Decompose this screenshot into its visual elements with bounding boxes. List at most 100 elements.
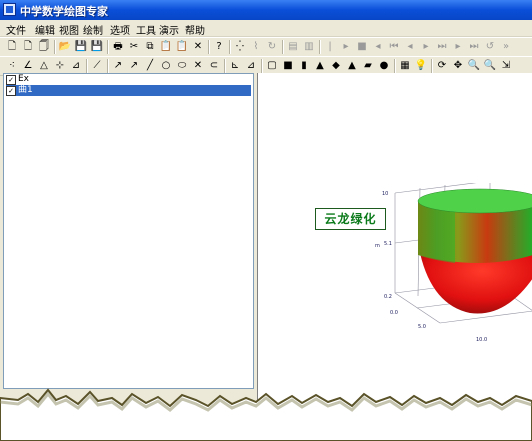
open-folder-icon[interactable]: 📂 — [58, 40, 72, 54]
arrow-icon[interactable]: ↗ — [111, 59, 125, 73]
speed-icon[interactable]: » — [499, 40, 513, 54]
forward-icon[interactable]: ▸ — [419, 40, 433, 54]
back-icon[interactable]: ◂ — [403, 40, 417, 54]
frustum-icon[interactable]: ▰ — [361, 59, 375, 73]
polyline-icon[interactable]: ⊾ — [228, 59, 242, 73]
tree-item-checkbox[interactable]: ✓ — [6, 75, 16, 85]
rewind-icon[interactable]: ⏮ — [387, 40, 401, 54]
3d-plot[interactable]: 10 5.1 0.2 m 0.0 5.0 10.0 — [370, 183, 532, 353]
clipboard-icon[interactable]: 📋 — [175, 40, 189, 54]
end-icon[interactable]: ⏭ — [467, 40, 481, 54]
polygon-icon[interactable]: ⊿ — [244, 59, 258, 73]
paste-icon[interactable]: 📋 — [159, 40, 173, 54]
tree-item-checkbox[interactable]: ✓ — [6, 86, 16, 96]
toolbar-separator — [394, 59, 396, 73]
new-page-icon[interactable]: 🗋 — [21, 40, 35, 54]
x-tick-label: 10.0 — [476, 337, 487, 343]
stop-icon[interactable]: ■ — [355, 40, 369, 54]
app-icon[interactable] — [3, 3, 16, 16]
tree-item[interactable]: ✓ Ex — [6, 74, 251, 85]
save-all-icon[interactable]: 💾 — [90, 40, 104, 54]
toolbar-separator — [431, 59, 433, 73]
menu-edit[interactable]: 编辑 — [35, 22, 55, 37]
sphere-icon[interactable]: ● — [377, 59, 391, 73]
title-bar: 中学数学绘图专家 — [0, 0, 532, 20]
toolbar-separator — [54, 40, 56, 54]
main-toolbar: 🗋 🗋 🗍 📂 💾 💾 🖶 ✂ ⧉ 📋 📋 ✕? ⁛ ⌇ ↻ ▤ ▥ | ▸ ■ ◂ ⏮ ◂ ▸ ⏭ ▸ ⏭ ↺» — [0, 37, 532, 57]
play-icon[interactable]: ▸ — [339, 40, 353, 54]
tree-item-label: Ex — [18, 74, 30, 84]
triangle-icon[interactable]: △ — [37, 59, 51, 73]
menu-draw[interactable]: 绘制 — [83, 22, 103, 37]
curve-edit-icon[interactable]: ⌇ — [249, 40, 263, 54]
scatter-icon[interactable]: ⁛ — [233, 40, 247, 54]
cross-icon[interactable]: ✕ — [191, 59, 205, 73]
point-icon[interactable]: ⁖ — [5, 59, 19, 73]
grid-icon[interactable]: ▦ — [398, 59, 412, 73]
toolbar-separator — [107, 40, 109, 54]
toolbar-separator — [319, 40, 321, 54]
template-icon[interactable]: 🗍 — [37, 40, 51, 54]
cylinder-top — [417, 188, 532, 214]
menu-tools[interactable]: 工具 — [136, 22, 156, 37]
toolbar-separator — [282, 40, 284, 54]
z-tick-label: 10 — [382, 191, 388, 197]
toolbar-separator — [107, 59, 109, 73]
menu-demo[interactable]: 演示 — [159, 22, 179, 37]
loop-icon[interactable]: ↺ — [483, 40, 497, 54]
new-file-icon[interactable]: 🗋 — [5, 40, 19, 54]
toolbar-separator — [86, 59, 88, 73]
x-tick-label: 0.0 — [390, 310, 398, 316]
redraw-icon[interactable]: ↻ — [265, 40, 279, 54]
object-tree-panel[interactable]: ✓ Ex ✓ 曲1 — [3, 73, 254, 389]
arc-icon[interactable]: ⊂ — [207, 59, 221, 73]
play-first-icon[interactable]: | — [323, 40, 337, 54]
zoom-in-icon[interactable]: 🔍 — [467, 59, 481, 73]
menu-bar: 文件 编辑 视图 绘制 选项 工具 演示 帮助 — [0, 20, 532, 37]
z-tick-label: 5.1 — [384, 241, 392, 247]
pyramid-icon[interactable]: ▲ — [345, 59, 359, 73]
point-on-line-icon[interactable]: ⊹ — [53, 59, 67, 73]
delete-icon[interactable]: ✕ — [191, 40, 205, 54]
ellipse-icon[interactable]: ⬭ — [175, 59, 189, 73]
tree-item-selected[interactable]: ✓ 曲1 — [6, 85, 251, 96]
chart-edit-icon[interactable]: ▥ — [302, 40, 316, 54]
z-axis-label: m — [375, 243, 380, 249]
fast-forward-icon[interactable]: ⏭ — [435, 40, 449, 54]
toolbar-separator — [261, 59, 263, 73]
help-icon[interactable]: ? — [212, 40, 226, 54]
cube-icon[interactable]: ■ — [281, 59, 295, 73]
menu-options[interactable]: 选项 — [110, 22, 130, 37]
move-icon[interactable]: ✥ — [451, 59, 465, 73]
toolbar-separator — [208, 40, 210, 54]
ray-icon[interactable]: ↗ — [127, 59, 141, 73]
menu-file[interactable]: 文件 — [6, 22, 26, 37]
copy-icon[interactable]: ⧉ — [143, 40, 157, 54]
cylinder-icon[interactable]: ▮ — [297, 59, 311, 73]
segment-icon[interactable]: ╱ — [143, 59, 157, 73]
step-fwd-icon[interactable]: ▸ — [451, 40, 465, 54]
bulb-icon[interactable]: 💡 — [414, 59, 428, 73]
mark-icon[interactable]: ⊿ — [69, 59, 83, 73]
zoom-out-icon[interactable]: 🔍 — [483, 59, 497, 73]
save-icon[interactable]: 💾 — [74, 40, 88, 54]
tree-item-label: 曲1 — [18, 85, 33, 95]
menu-help[interactable]: 帮助 — [185, 22, 205, 37]
rotate-3d-icon[interactable]: ⟳ — [435, 59, 449, 73]
line-tool-icon[interactable]: ⟋ — [90, 59, 104, 73]
chart-icon[interactable]: ▤ — [286, 40, 300, 54]
window-title: 中学数学绘图专家 — [20, 5, 108, 18]
cube-outline-icon[interactable]: ▢ — [265, 59, 279, 73]
cut-icon[interactable]: ✂ — [127, 40, 141, 54]
circle-icon[interactable]: ○ — [159, 59, 173, 73]
toolbar-separator — [229, 40, 231, 54]
prism-icon[interactable]: ◆ — [329, 59, 343, 73]
x-tick-label: 5.0 — [418, 324, 426, 330]
menu-view[interactable]: 视图 — [59, 22, 79, 37]
step-back-icon[interactable]: ◂ — [371, 40, 385, 54]
angle-icon[interactable]: ∠ — [21, 59, 35, 73]
drawing-canvas[interactable]: 云龙绿化 10 5.1 0.2 m 0.0 5.0 10.0 — [257, 73, 532, 413]
print-icon[interactable]: 🖶 — [111, 40, 125, 54]
scale-icon[interactable]: ⇲ — [499, 59, 513, 73]
cone-icon[interactable]: ▲ — [313, 59, 327, 73]
